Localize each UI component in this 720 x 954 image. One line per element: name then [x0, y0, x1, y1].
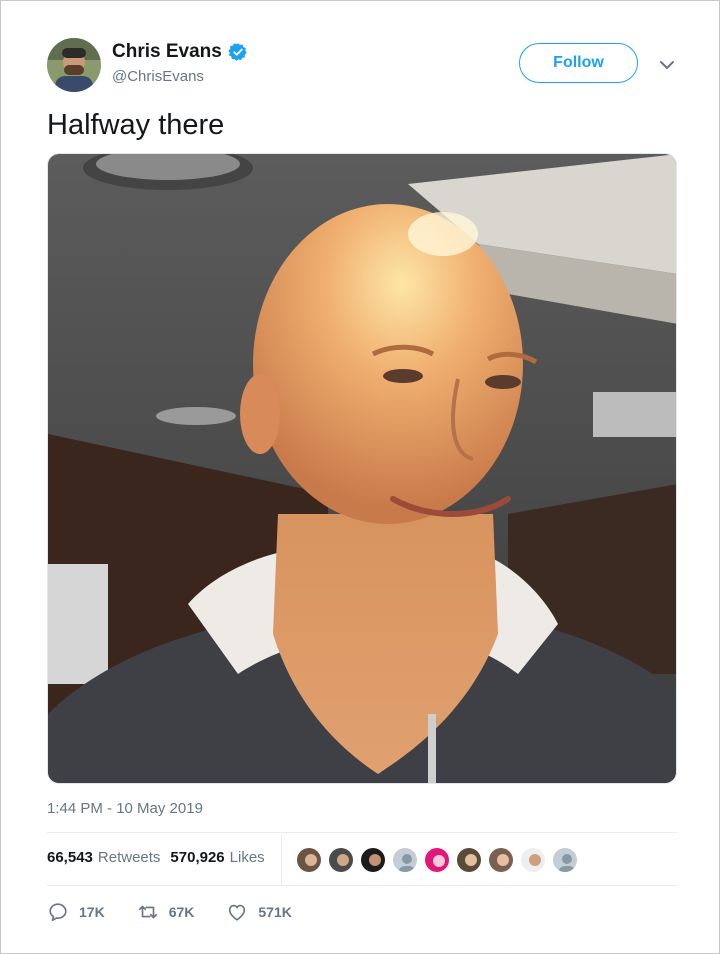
liker-avatars [295, 846, 583, 874]
user-handle[interactable]: @ChrisEvans [112, 68, 204, 85]
tweet-photo[interactable] [47, 153, 677, 784]
liker-avatar[interactable] [487, 846, 515, 874]
stats-separator [281, 835, 282, 885]
tweet-text: Halfway there [47, 109, 225, 141]
verified-badge-icon [228, 43, 247, 61]
liker-avatar[interactable] [551, 846, 579, 874]
reply-icon [49, 903, 67, 922]
like-icon [229, 904, 246, 921]
liker-avatar[interactable] [455, 846, 483, 874]
tweet-card: Chris Evans @ChrisEvans Follow Halfway t… [0, 0, 720, 954]
follow-button[interactable]: Follow [519, 43, 638, 83]
liker-avatar[interactable] [423, 846, 451, 874]
retweet-button[interactable]: 67K [137, 901, 195, 923]
liker-avatar[interactable] [327, 846, 355, 874]
liker-avatar[interactable] [359, 846, 387, 874]
tweet-stats: 66,543 Retweets 570,926 Likes [47, 849, 275, 866]
retweets-count[interactable]: 66,543 [47, 849, 93, 866]
chevron-down-icon[interactable] [655, 54, 679, 76]
liker-avatar[interactable] [391, 846, 419, 874]
like-count: 571K [258, 904, 292, 920]
divider [47, 832, 677, 833]
reply-button[interactable]: 17K [47, 901, 105, 923]
liker-avatar[interactable] [519, 846, 547, 874]
tweet-actions: 17K 67K 571K [47, 901, 324, 923]
reply-count: 17K [79, 904, 105, 920]
author-name-row: Chris Evans [112, 41, 248, 63]
retweets-label[interactable]: Retweets [98, 849, 161, 866]
likes-count[interactable]: 570,926 [170, 849, 224, 866]
like-button[interactable]: 571K [226, 901, 292, 923]
retweet-count: 67K [168, 904, 195, 920]
divider [47, 885, 677, 886]
likes-label[interactable]: Likes [230, 849, 265, 866]
avatar[interactable] [47, 38, 101, 92]
display-name[interactable]: Chris Evans [112, 41, 222, 63]
tweet-timestamp[interactable]: 1:44 PM - 10 May 2019 [47, 800, 203, 817]
liker-avatar[interactable] [295, 846, 323, 874]
retweet-icon [138, 905, 157, 919]
